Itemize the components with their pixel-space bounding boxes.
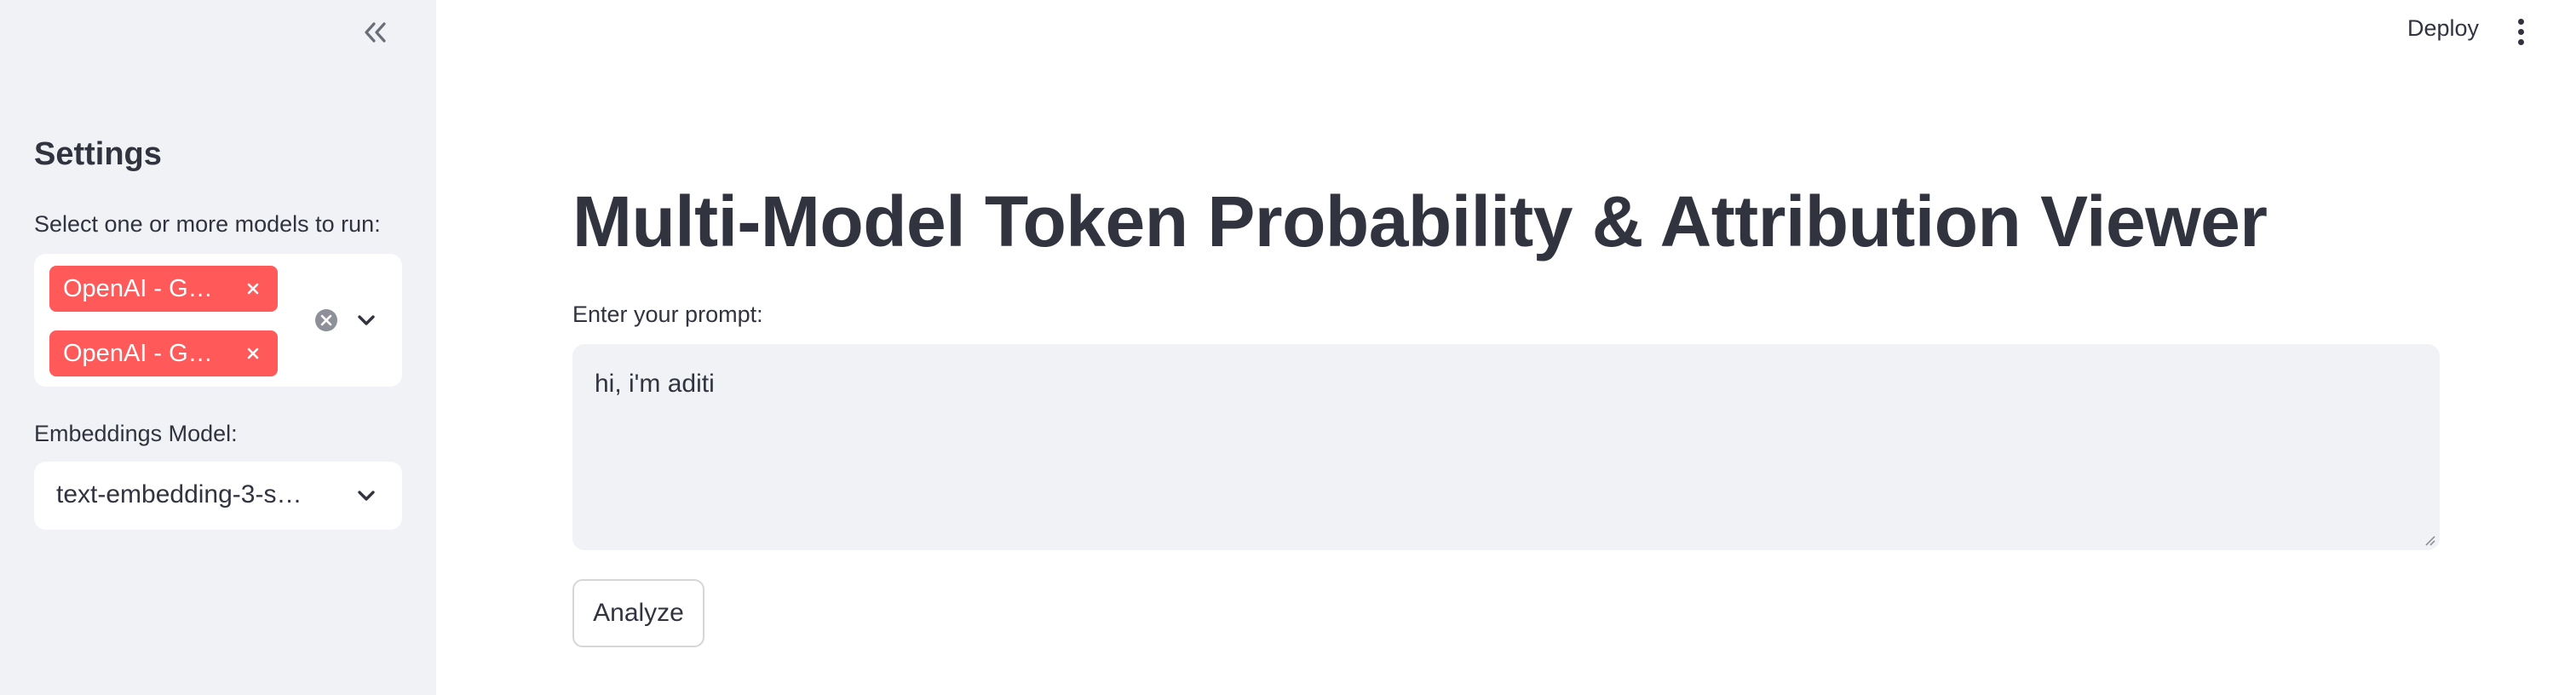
close-icon (247, 348, 259, 359)
model-chip-label: OpenAI - GPT-4o-mini (63, 339, 225, 367)
deploy-button[interactable]: Deploy (2407, 15, 2479, 42)
vertical-dots-icon (2517, 18, 2524, 25)
remove-chip-button[interactable] (240, 276, 266, 302)
collapse-sidebar-button[interactable] (356, 14, 394, 51)
sidebar: Settings Select one or more models to ru… (0, 0, 436, 695)
resize-grip-icon[interactable] (2423, 533, 2436, 547)
embeddings-select-value: text-embedding-3-small (56, 480, 312, 508)
model-chip-label: OpenAI - GPT-4o (63, 274, 225, 302)
model-chip: OpenAI - GPT-4o-mini (49, 330, 278, 376)
analyze-button[interactable]: Analyze (572, 579, 704, 647)
sidebar-title: Settings (34, 136, 162, 172)
main-menu-button[interactable] (2508, 12, 2533, 51)
embeddings-select[interactable]: text-embedding-3-small (34, 462, 402, 530)
model-chip: OpenAI - GPT-4o (49, 266, 278, 312)
close-icon (247, 283, 259, 295)
clear-all-icon[interactable] (313, 307, 339, 333)
remove-chip-button[interactable] (240, 341, 266, 366)
vertical-dots-icon (2517, 28, 2524, 35)
prompt-label: Enter your prompt: (572, 302, 763, 327)
chevron-down-icon[interactable] (353, 307, 380, 334)
page-title: Multi-Model Token Probability & Attribut… (572, 181, 2268, 261)
prompt-textarea[interactable]: hi, i'm aditi (572, 344, 2440, 550)
prompt-text: hi, i'm aditi (595, 370, 715, 398)
models-multiselect[interactable]: OpenAI - GPT-4o OpenAI - GPT-4o-mini (34, 254, 402, 387)
embeddings-label: Embeddings Model: (34, 421, 238, 446)
models-label: Select one or more models to run: (34, 211, 381, 237)
vertical-dots-icon (2517, 38, 2524, 45)
chevron-down-icon (358, 491, 375, 501)
double-chevron-left-icon (365, 22, 386, 43)
